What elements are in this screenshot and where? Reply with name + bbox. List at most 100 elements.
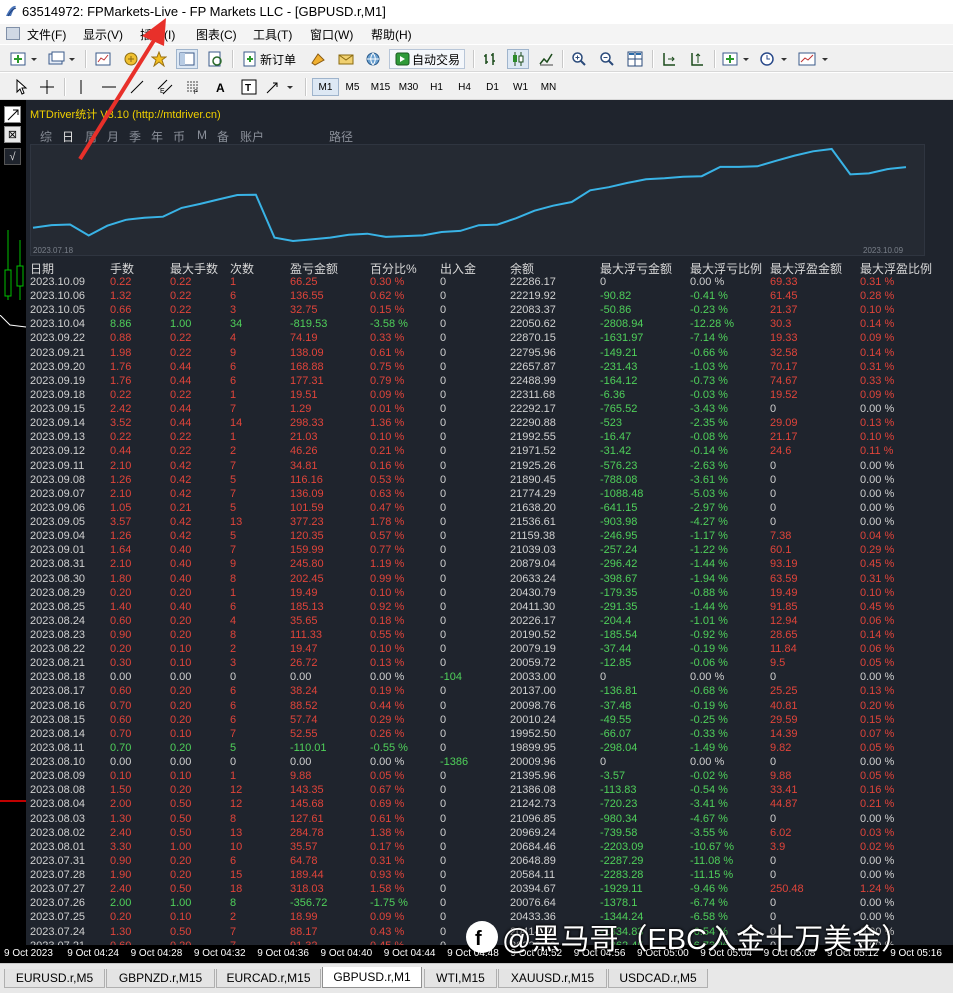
strategy-tester-icon — [208, 51, 222, 67]
tab-notes[interactable]: 备 — [217, 128, 229, 145]
chart-tab[interactable]: XAUUSD.r,M15 — [498, 969, 607, 988]
cell-date: 2023.08.24 — [30, 614, 86, 627]
chart-tab[interactable]: WTI,M15 — [424, 969, 497, 988]
chart-tab[interactable]: GBPUSD.r,M1 — [322, 967, 422, 988]
cell-max-drawdown: -903.98 — [600, 516, 638, 529]
cell-count: 1 — [230, 388, 237, 401]
cell-date: 2023.09.21 — [30, 346, 86, 359]
panel-box-button[interactable]: ⊠ — [4, 126, 21, 143]
cell-count: 6 — [230, 360, 237, 373]
timeframe-m5[interactable]: M5 — [339, 78, 366, 96]
tab-path[interactable]: 路径 — [329, 128, 353, 145]
chart-tab[interactable]: GBPNZD.r,M15 — [106, 969, 215, 988]
cell-max-drawdown: -37.48 — [600, 699, 632, 712]
cell-pnl: -819.53 — [290, 318, 328, 331]
cell-max-profit: 74.67 — [770, 374, 798, 387]
signals-button[interactable] — [335, 49, 357, 69]
cell-percent: 0.21 % — [370, 445, 405, 458]
timeframe-m1[interactable]: M1 — [312, 78, 339, 96]
cell-pnl: 177.31 — [290, 374, 324, 387]
menu-charts[interactable]: 图表(C) — [196, 26, 237, 43]
cell-percent: -3.58 % — [370, 318, 408, 331]
line-chart-button[interactable] — [535, 49, 557, 69]
autoscroll-button[interactable] — [658, 49, 680, 69]
panel-check-button[interactable]: √ — [4, 148, 21, 165]
crosshair-button[interactable] — [36, 77, 58, 97]
cell-max-lots: 0.42 — [170, 516, 192, 529]
indicators-button[interactable] — [720, 49, 752, 69]
cell-date: 2023.09.13 — [30, 431, 86, 444]
timeframe-h4[interactable]: H4 — [451, 78, 478, 96]
cell-deposit: 0 — [440, 614, 447, 627]
cell-date: 2023.07.24 — [30, 925, 86, 938]
zoom-in-button[interactable] — [568, 49, 590, 69]
cell-max-drawdown: -3.57 — [600, 770, 626, 783]
cell-max-drawdown-ratio: -0.88 % — [690, 586, 728, 599]
cell-max-profit-ratio: 0.06 % — [860, 614, 895, 627]
timeframe-m30[interactable]: M30 — [395, 78, 422, 96]
chart-shift-button[interactable] — [686, 49, 708, 69]
cell-max-profit: 69.33 — [770, 276, 798, 288]
cell-lots: 0.00 — [110, 671, 132, 684]
timeframe-mn[interactable]: MN — [535, 78, 562, 96]
cell-deposit: 0 — [440, 925, 447, 938]
cell-max-drawdown: 0 — [600, 756, 607, 769]
menu-tools[interactable]: 工具(T) — [253, 26, 292, 43]
tile-windows-button[interactable] — [624, 49, 646, 69]
cell-max-drawdown-ratio: -1.44 % — [690, 558, 728, 571]
cell-pnl: 143.35 — [290, 784, 324, 797]
cell-lots: 3.52 — [110, 417, 132, 430]
metaeditor-button[interactable] — [307, 49, 329, 69]
chart-shift-icon — [691, 53, 703, 66]
chart-tab[interactable]: USDCAD.r,M5 — [608, 969, 708, 988]
arrows-button[interactable] — [264, 77, 298, 97]
text-label-button[interactable]: T — [238, 77, 260, 97]
cell-lots: 1.32 — [110, 290, 132, 303]
cell-max-lots: 0.40 — [170, 572, 192, 585]
chart-window-menu-icon[interactable] — [4, 106, 21, 123]
tab-summary[interactable]: 综 — [40, 128, 52, 145]
cell-pnl: 284.78 — [290, 826, 324, 839]
zoom-out-button[interactable] — [596, 49, 618, 69]
timeframe-m15[interactable]: M15 — [367, 78, 394, 96]
templates-button[interactable] — [796, 49, 832, 69]
timeframe-h1[interactable]: H1 — [423, 78, 450, 96]
new-chart-icon — [10, 52, 37, 66]
header-max-drawdown[interactable]: 最大浮亏金额 — [600, 260, 672, 277]
timeframe-d1[interactable]: D1 — [479, 78, 506, 96]
strategy-tester-button[interactable] — [204, 49, 226, 69]
tab-magic[interactable]: M — [197, 128, 207, 142]
cell-max-lots: 0.44 — [170, 417, 192, 430]
auto-trading-button[interactable]: 自动交易 — [389, 49, 466, 69]
tab-account[interactable]: 账户 — [240, 128, 264, 145]
time-label: 9 Oct 04:28 — [130, 948, 183, 959]
cell-max-lots: 0.00 — [170, 671, 192, 684]
new-chart-button[interactable] — [8, 49, 40, 69]
cell-date: 2023.07.25 — [30, 911, 86, 924]
menu-help[interactable]: 帮助(H) — [371, 26, 412, 43]
cell-max-profit: 0 — [770, 869, 777, 882]
cell-max-profit: 93.19 — [770, 558, 798, 571]
periods-button[interactable] — [758, 49, 790, 69]
chart-tab[interactable]: EURUSD.r,M5 — [4, 969, 105, 988]
cell-max-drawdown-ratio: -9.46 % — [690, 883, 728, 896]
menu-window[interactable]: 窗口(W) — [310, 26, 353, 43]
text-button[interactable]: A — [210, 77, 232, 97]
cell-max-drawdown: -1088.48 — [600, 487, 644, 500]
new-order-button[interactable]: 新订单 — [238, 49, 300, 69]
fibonacci-button[interactable]: F — [182, 77, 204, 97]
chart-window-icon[interactable] — [6, 27, 20, 40]
cell-max-lots: 0.20 — [170, 741, 192, 754]
candlestick-button[interactable] — [507, 49, 529, 69]
cell-max-drawdown: -641.15 — [600, 501, 638, 514]
cursor-button[interactable] — [10, 77, 32, 97]
chart-tab[interactable]: EURCAD.r,M15 — [216, 969, 321, 988]
cell-lots: 0.30 — [110, 657, 132, 670]
vps-button[interactable] — [362, 49, 384, 69]
cell-balance: 22795.96 — [510, 346, 556, 359]
cell-max-drawdown-ratio: -0.73 % — [690, 374, 728, 387]
timeframe-w1[interactable]: W1 — [507, 78, 534, 96]
menu-file[interactable]: 文件(F) — [27, 26, 66, 43]
bar-chart-button[interactable] — [479, 49, 501, 69]
cell-lots: 2.00 — [110, 897, 132, 910]
